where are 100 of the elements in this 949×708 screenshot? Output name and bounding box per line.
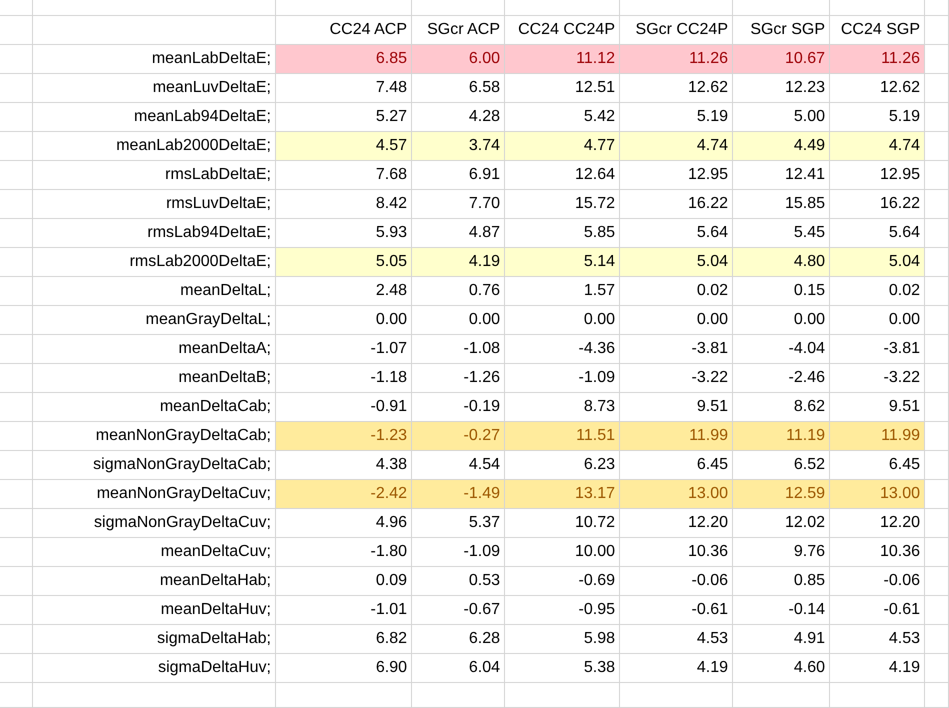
table-cell: -0.61 <box>884 601 920 619</box>
table-cell: -1.09 <box>464 543 500 561</box>
column-header: CC24 CC24P <box>518 21 615 39</box>
table-cell: 6.28 <box>468 630 500 648</box>
table-cell: 11.26 <box>881 50 920 68</box>
table-cell: -2.42 <box>370 485 407 503</box>
table-cell: 4.54 <box>468 456 500 474</box>
table-cell: 5.45 <box>794 224 825 242</box>
table-cell: 0.00 <box>376 311 407 329</box>
table-cell: 3.74 <box>468 137 500 155</box>
table-cell: 16.22 <box>688 195 728 213</box>
table-cell: 4.53 <box>696 630 728 648</box>
row-label: meanDeltaHuv; <box>160 601 271 619</box>
column-header: CC24 SGP <box>840 21 920 39</box>
table-cell: -3.81 <box>692 340 728 358</box>
table-cell: 13.00 <box>688 485 728 503</box>
table-cell: 10.36 <box>880 543 920 561</box>
table-cell: 12.23 <box>784 79 825 97</box>
table-cell: 0.53 <box>468 572 500 590</box>
table-cell: 6.91 <box>468 166 500 184</box>
row-label: sigmaDeltaHab; <box>157 630 271 648</box>
table-cell: 12.59 <box>784 485 825 503</box>
table-cell: 6.45 <box>888 456 920 474</box>
table-cell: 5.19 <box>696 108 728 126</box>
table-cell: 12.62 <box>880 79 920 97</box>
table-cell: -1.23 <box>370 427 407 445</box>
table-cell: 1.57 <box>584 282 615 300</box>
table-cell: 6.90 <box>376 659 407 677</box>
table-cell: 6.85 <box>376 50 407 68</box>
table-cell: 4.80 <box>794 253 825 271</box>
table-cell: 15.85 <box>784 195 825 213</box>
table-cell: -1.07 <box>370 340 407 358</box>
table-cell: -1.01 <box>370 601 407 619</box>
row-label: meanLuvDeltaE; <box>152 79 271 97</box>
table-cell: -0.14 <box>788 601 825 619</box>
table-cell: 16.22 <box>880 195 920 213</box>
table-cell: -0.61 <box>692 601 728 619</box>
table-cell: -1.49 <box>464 485 500 503</box>
table-cell: 12.95 <box>688 166 728 184</box>
table-cell: 4.60 <box>794 659 825 677</box>
table-cell: 13.17 <box>574 485 615 503</box>
row-label: rmsLab2000DeltaE; <box>130 253 271 271</box>
column-header: SGcr ACP <box>427 21 500 39</box>
table-cell: -0.69 <box>578 572 615 590</box>
table-cell: 15.72 <box>574 195 615 213</box>
empty-cell <box>925 683 949 708</box>
table-cell: 5.64 <box>696 224 728 242</box>
row-label: meanDeltaCuv; <box>160 543 271 561</box>
empty-cell <box>0 683 33 708</box>
table-cell: -1.18 <box>370 369 407 387</box>
table-cell: -0.95 <box>578 601 615 619</box>
table-cell: 11.51 <box>576 427 615 445</box>
empty-cell <box>925 0 949 16</box>
row-label: meanDeltaHab; <box>160 572 271 590</box>
row-label: sigmaDeltaHuv; <box>158 659 271 677</box>
table-cell: -4.36 <box>578 340 615 358</box>
table-cell: 5.42 <box>584 108 615 126</box>
table-cell: 5.38 <box>584 659 615 677</box>
table-cell: 11.12 <box>576 50 615 68</box>
table-cell: 4.91 <box>794 630 825 648</box>
table-cell: 0.02 <box>696 282 728 300</box>
table-cell: 12.02 <box>784 514 825 532</box>
table-cell: 10.72 <box>574 514 615 532</box>
row-label: rmsLuvDeltaE; <box>166 195 271 213</box>
table-cell: -3.81 <box>884 340 920 358</box>
table-cell: 5.98 <box>584 630 615 648</box>
table-cell: 12.95 <box>880 166 920 184</box>
table-cell: -3.22 <box>692 369 728 387</box>
row-label: meanLabDeltaE; <box>152 50 271 68</box>
table-cell: 0.00 <box>584 311 615 329</box>
table-cell: 5.04 <box>888 253 920 271</box>
table-cell: 13.00 <box>880 485 920 503</box>
table-cell: 4.28 <box>468 108 500 126</box>
column-header: SGcr SGP <box>750 21 825 39</box>
column-header: CC24 ACP <box>330 21 407 39</box>
table-cell: 10.67 <box>784 50 825 68</box>
table-cell: -2.46 <box>788 369 825 387</box>
table-cell: 4.74 <box>696 137 728 155</box>
table-cell: 5.27 <box>376 108 407 126</box>
table-cell: 9.51 <box>888 398 920 416</box>
table-cell: -4.04 <box>788 340 825 358</box>
table-cell: 12.64 <box>574 166 615 184</box>
table-cell: 8.73 <box>584 398 615 416</box>
table-cell: 9.76 <box>794 543 825 561</box>
table-cell: 2.48 <box>376 282 407 300</box>
table-cell: 4.53 <box>888 630 920 648</box>
table-cell: -0.19 <box>464 398 500 416</box>
table-cell: 4.96 <box>376 514 407 532</box>
table-cell: 4.38 <box>376 456 407 474</box>
table-cell: -0.67 <box>464 601 500 619</box>
row-label: meanLab2000DeltaE; <box>116 137 271 155</box>
table-cell: 5.04 <box>696 253 728 271</box>
row-label: meanGrayDeltaL; <box>146 311 271 329</box>
row-label: meanLab94DeltaE; <box>134 108 271 126</box>
table-cell: 4.19 <box>888 659 920 677</box>
table-cell: 11.19 <box>786 427 825 445</box>
row-label: meanDeltaB; <box>178 369 271 387</box>
row-label: meanDeltaL; <box>180 282 271 300</box>
row-label: rmsLabDeltaE; <box>165 166 271 184</box>
table-cell: -0.91 <box>370 398 407 416</box>
